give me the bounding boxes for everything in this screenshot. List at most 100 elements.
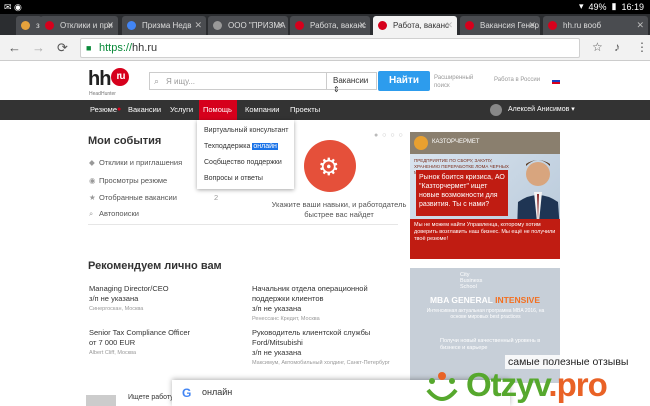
browser-tab[interactable]: hh.ru вооб ✕ xyxy=(543,16,648,35)
job-card[interactable]: Managing Director/CEO з/п не указана Син… xyxy=(89,284,169,314)
events-title: Мои события xyxy=(88,135,162,147)
caption-line: быстрее вас найдет xyxy=(304,210,374,219)
job-title[interactable]: Руководитель клиентской службы xyxy=(252,328,390,338)
ad-header: КАЗТОРЧЕРМЕТ xyxy=(410,132,560,154)
tab-favicon-icon xyxy=(295,21,304,30)
suggestion-query: онлайн xyxy=(202,387,233,397)
close-tab-icon[interactable]: ✕ xyxy=(276,20,284,31)
browser-tab[interactable]: Вакансия Генер ✕ xyxy=(460,16,540,35)
close-tab-icon[interactable]: ✕ xyxy=(636,20,644,31)
browser-tab[interactable]: ООО "ПРИЗМА ✕ xyxy=(208,16,288,35)
job-title[interactable]: Ford/Mitsubishi xyxy=(252,338,390,348)
russia-flag-icon[interactable] xyxy=(552,78,560,84)
close-tab-icon[interactable]: ✕ xyxy=(528,20,536,31)
ok-icon: ✉ ◉ xyxy=(4,2,22,12)
job-company: Синергоскан, Москва xyxy=(89,306,144,312)
tab-label: Призма Недв xyxy=(142,21,192,30)
bottom-strip-text[interactable]: Ищете работу xyxy=(128,394,174,401)
browser-tab[interactable]: Отклики и при ✕ xyxy=(40,16,118,35)
kaztorchermet-logo-icon xyxy=(414,136,428,150)
google-icon: G xyxy=(182,386,192,400)
event-autosearch[interactable]: ⌕ Автопоиски xyxy=(89,209,139,219)
job-salary: з/п не указана xyxy=(89,294,139,303)
job-company: Albert Cliff, Москва xyxy=(89,350,137,356)
mba-title-main: MBA GENERAL xyxy=(429,295,493,305)
eye-icon: ◉ xyxy=(89,176,96,185)
thumbnail-image xyxy=(86,395,116,406)
jobs-in-russia-link[interactable]: Работа в России xyxy=(494,77,540,83)
nav-resume[interactable]: Резюме● xyxy=(86,100,125,120)
tab-label: hh.ru вооб xyxy=(563,21,602,30)
find-button[interactable]: Найти xyxy=(378,71,430,91)
mba-subtitle: Интенсивная актуальная программа MBA 201… xyxy=(426,308,545,320)
school-name: School xyxy=(460,284,477,290)
advanced-label-1: Расширенный xyxy=(434,75,474,81)
status-bar: ✉ ◉ ▾ 49% ▮ 16:19 xyxy=(0,0,650,14)
advanced-search-link[interactable]: Расширенный поиск xyxy=(434,74,473,90)
nav-help[interactable]: Помощь xyxy=(199,100,237,120)
job-title[interactable]: Начальник отдела операционной xyxy=(252,284,368,294)
otzyv-wordmark: Otzyv.pro xyxy=(466,366,608,404)
browser-tab[interactable]: Работа, ваканс ✕ xyxy=(290,16,370,35)
job-title[interactable]: Managing Director/CEO xyxy=(89,284,169,294)
carousel-dots[interactable]: ● ○ ○ ○ xyxy=(374,132,404,139)
tab-favicon-icon xyxy=(127,21,136,30)
otzyv-word: Otzyv xyxy=(466,366,549,403)
close-tab-icon[interactable]: ✕ xyxy=(445,20,453,31)
search-icon: ⌕ xyxy=(154,76,160,86)
event-saved-vacancies[interactable]: ★ Отобранные вакансии 2 xyxy=(89,193,218,202)
microphone-icon[interactable]: ♪ xyxy=(614,40,620,54)
job-card[interactable]: Senior Tax Compliance Officer от 7 000 E… xyxy=(89,328,190,358)
search-placeholder: Я ищу... xyxy=(166,77,196,86)
search-type-label: Вакансии xyxy=(333,76,369,85)
url-scheme: https:// xyxy=(99,42,133,54)
kaztorchermet-ad[interactable]: КАЗТОРЧЕРМЕТ ПРЕДПРИЯТИЕ ПО СБОРУ, ЗАКУП… xyxy=(410,132,560,259)
nav-projects[interactable]: Проекты xyxy=(286,100,324,120)
nav-services[interactable]: Услуги xyxy=(166,100,197,120)
chat-icon: ◆ xyxy=(89,158,95,167)
carousel-caption[interactable]: Укажите ваши навыки, и работодатель быстр… xyxy=(264,200,414,220)
browser-toolbar: ← → ⟳ ■ https://hh.ru ☆ ♪ ⋮ xyxy=(0,35,650,61)
site-header: hh ru HeadHunter ⌕ Я ищу... Вакансии ⇕ На… xyxy=(0,62,650,99)
browser-tab[interactable]: Призма Недв ✕ xyxy=(122,16,206,35)
lock-icon: ■ xyxy=(86,43,92,53)
head-gear-icon: ⚙ xyxy=(304,140,356,192)
close-tab-icon[interactable]: ✕ xyxy=(194,20,202,31)
address-bar[interactable]: ■ https://hh.ru xyxy=(80,38,580,58)
browser-tab-active[interactable]: Работа, ваканс ✕ xyxy=(373,16,457,35)
search-input[interactable]: ⌕ Я ищу... Вакансии ⇕ xyxy=(149,72,377,94)
job-salary: з/п не указана xyxy=(252,348,302,357)
menu-icon[interactable]: ⋮ xyxy=(636,40,648,54)
close-tab-icon[interactable]: ✕ xyxy=(106,20,114,31)
city-business-school-logo: City Business School xyxy=(460,272,482,290)
hh-logo[interactable]: hh ru xyxy=(88,68,130,91)
star-icon[interactable]: ☆ xyxy=(592,40,603,54)
tab-label: Отклики и при xyxy=(60,21,113,30)
tab-favicon-icon xyxy=(378,21,387,30)
main-nav: Резюме● Вакансии Услуги Помощь Компании … xyxy=(0,100,650,120)
nav-vacancies[interactable]: Вакансии xyxy=(124,100,165,120)
job-title[interactable]: Senior Tax Compliance Officer xyxy=(89,328,190,338)
close-tab-icon[interactable]: ✕ xyxy=(358,20,366,31)
event-resume-views[interactable]: ◉ Просмотры резюме xyxy=(89,176,167,185)
tab-favicon-icon xyxy=(21,21,30,30)
job-title[interactable]: поддержки клиентов xyxy=(252,294,368,304)
logo-subtitle: HeadHunter xyxy=(89,91,116,97)
forward-icon[interactable]: → xyxy=(32,40,45,55)
job-company: Максимум, Автомобильный холдинг, Санкт-П… xyxy=(252,360,390,366)
back-icon[interactable]: ← xyxy=(8,40,21,55)
search-type-select[interactable]: Вакансии ⇕ xyxy=(326,72,376,94)
ad-brand: КАЗТОРЧЕРМЕТ xyxy=(432,139,480,145)
event-responses[interactable]: ◆ Отклики и приглашения 1 xyxy=(89,158,218,167)
job-card[interactable]: Начальник отдела операционной поддержки … xyxy=(252,284,368,324)
browser-tab-bar: зе Отклики и при✕ Призма Недв✕ ООО "ПРИЗ… xyxy=(0,14,650,35)
mba-title: MBA GENERAL INTENSIVE xyxy=(410,295,560,305)
reload-icon[interactable]: ⟳ xyxy=(57,40,68,56)
tab-label: Работа, ваканс xyxy=(393,21,449,30)
tab-favicon-icon xyxy=(548,21,557,30)
browser-tab[interactable]: зе xyxy=(16,16,42,35)
job-card[interactable]: Руководитель клиентской службы Ford/Mits… xyxy=(252,328,390,368)
mba-tagline: Получи новый качественный уровень в бизн… xyxy=(440,338,541,351)
user-menu[interactable]: Алексей Анисимов ▾ xyxy=(488,100,575,120)
nav-companies[interactable]: Компании xyxy=(241,100,283,120)
